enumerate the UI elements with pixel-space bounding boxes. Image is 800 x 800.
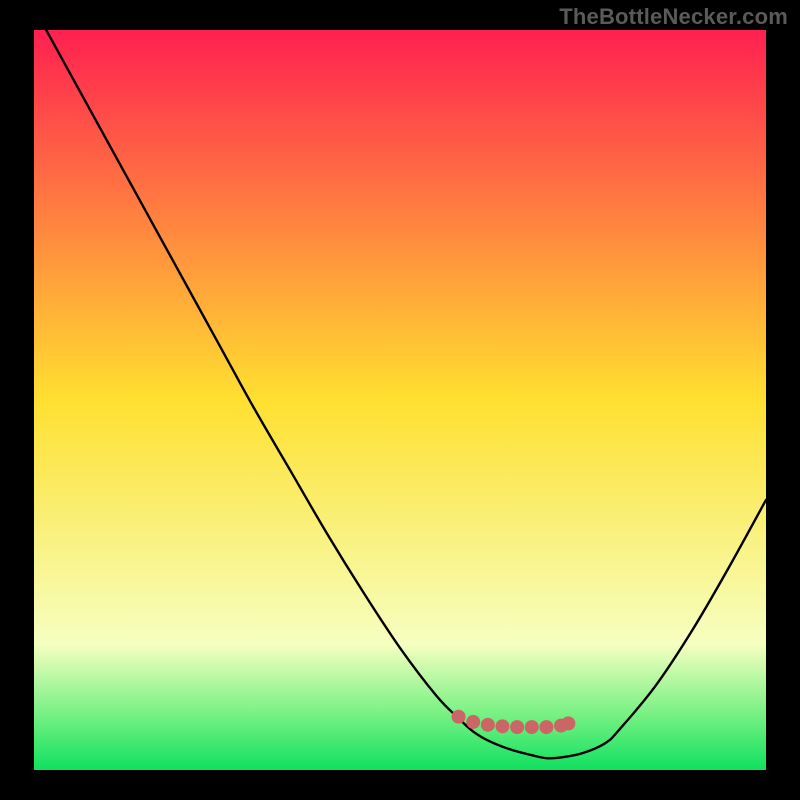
- optimal-marker: [452, 710, 466, 724]
- optimal-marker: [466, 715, 480, 729]
- bottleneck-chart: [0, 0, 800, 800]
- optimal-marker: [561, 716, 575, 730]
- watermark-text: TheBottleNecker.com: [559, 4, 788, 30]
- optimal-marker: [510, 720, 524, 734]
- optimal-marker: [539, 720, 553, 734]
- optimal-marker: [525, 720, 539, 734]
- optimal-marker: [481, 718, 495, 732]
- optimal-marker: [495, 719, 509, 733]
- gradient-background: [34, 30, 766, 770]
- chart-container: { "watermark": "TheBottleNecker.com", "c…: [0, 0, 800, 800]
